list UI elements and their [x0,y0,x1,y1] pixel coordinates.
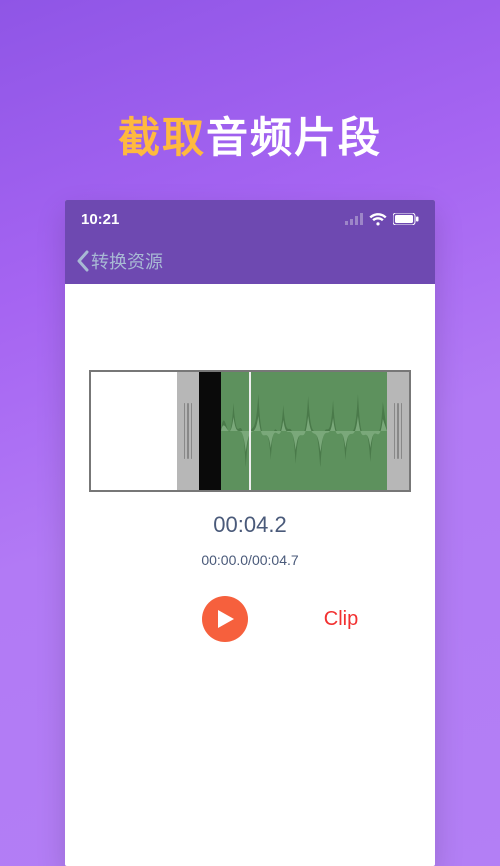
editor-content: 00:04.2 00:00.0/00:04.7 Clip [65,284,435,642]
trim-handle-right[interactable] [387,372,409,490]
current-time: 00:04.2 [65,512,435,538]
wifi-icon [369,213,387,226]
promo-headline: 截取音频片段 [0,104,500,165]
back-label: 转换资源 [91,248,163,274]
playhead[interactable] [249,372,251,490]
clip-button[interactable]: Clip [324,608,358,631]
play-button[interactable] [202,596,248,642]
trim-handle-left[interactable] [177,372,199,490]
waveform-empty-region [91,372,177,490]
waveform-gap [199,372,221,490]
waveform-audio-region[interactable] [221,372,387,490]
controls-row: Clip [65,596,435,642]
headline-accent: 截取 [118,114,206,161]
cellular-icon [345,213,363,225]
time-range: 00:00.0/00:04.7 [65,552,435,568]
play-icon [218,610,234,628]
waveform-track[interactable] [89,370,411,492]
headline-rest: 音频片段 [206,114,382,161]
status-time: 10:21 [81,211,119,228]
back-button[interactable]: 转换资源 [75,248,163,274]
status-icons [345,213,419,226]
battery-icon [393,213,419,225]
chevron-left-icon [75,250,91,272]
clip-label: Clip [324,608,358,630]
promo-background: 截取音频片段 10:21 [0,0,500,866]
phone-frame: 10:21 [65,200,435,866]
waveform-svg [221,372,387,490]
nav-bar: 转换资源 [65,238,435,284]
status-bar: 10:21 [65,200,435,238]
